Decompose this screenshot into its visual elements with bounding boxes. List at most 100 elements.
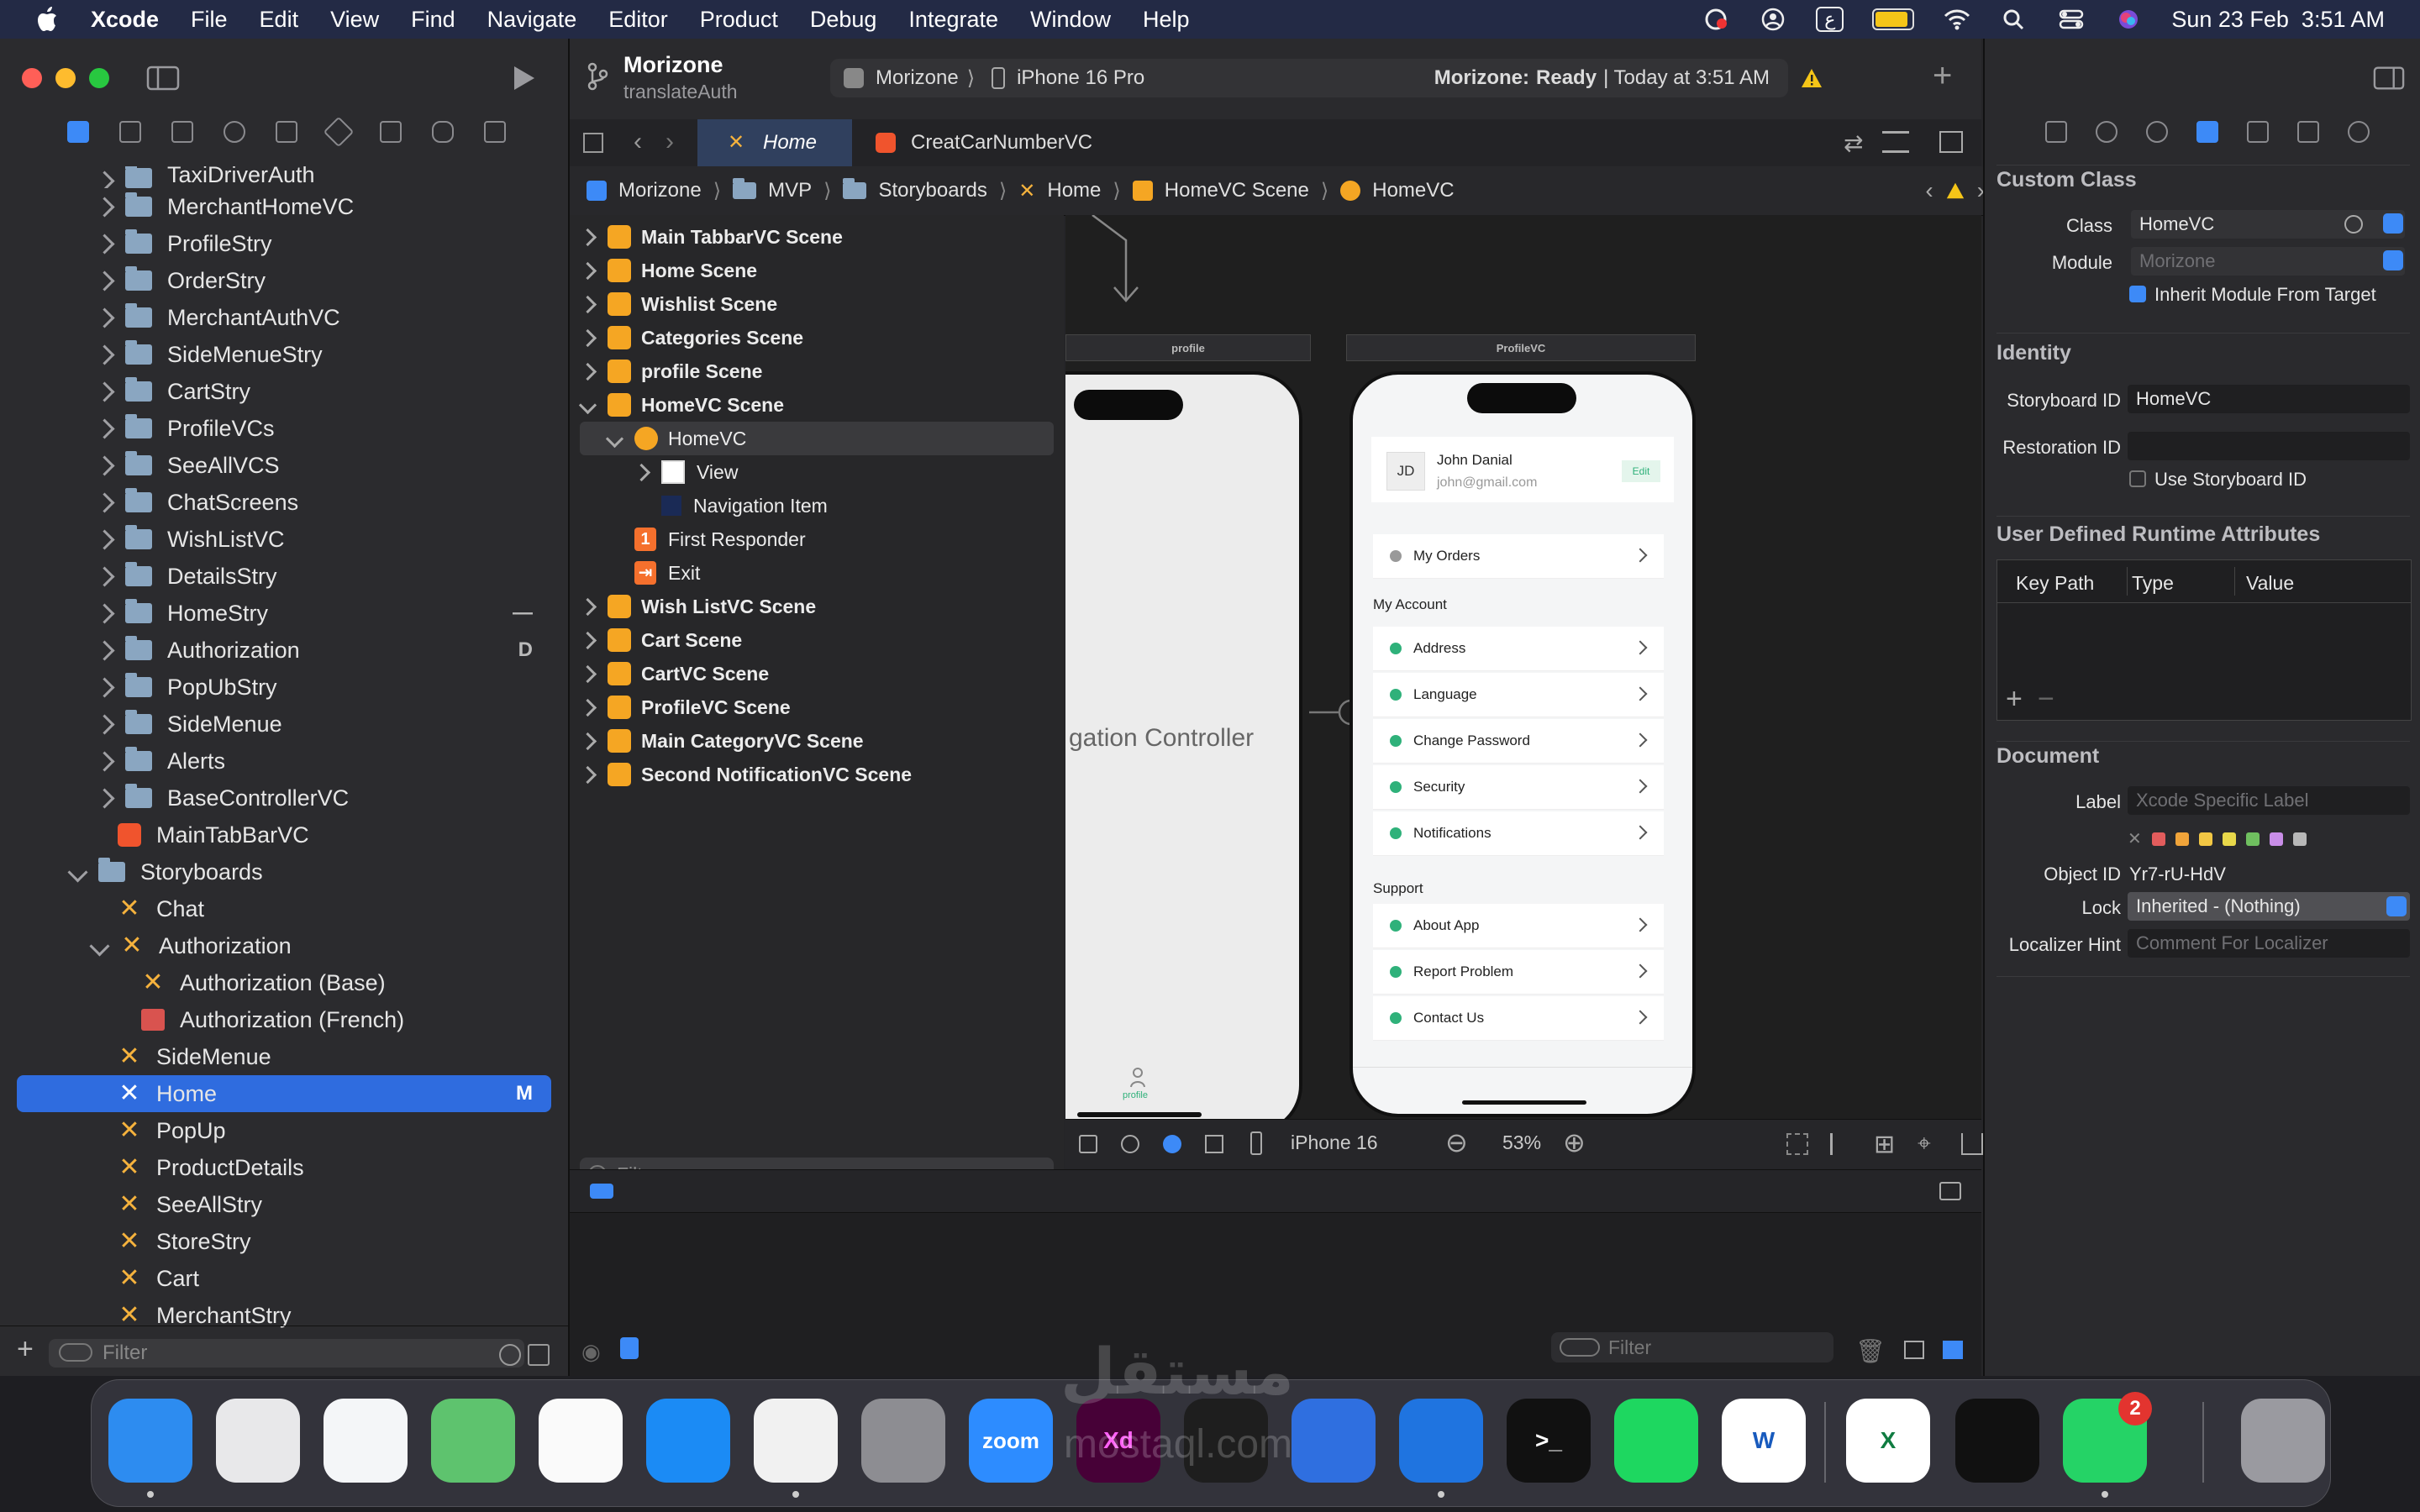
dock-app-safari-icon[interactable] (324, 1399, 408, 1483)
my-orders-row[interactable]: My Orders (1373, 534, 1664, 579)
storyboard-id-field[interactable]: HomeVC (2128, 385, 2410, 413)
recent-files-clock-icon[interactable] (499, 1344, 521, 1366)
go-to-class-arrow-icon[interactable] (2344, 215, 2363, 234)
dock-app-launchpad-icon[interactable] (216, 1399, 300, 1483)
column-value[interactable]: Value (2246, 572, 2294, 595)
file-row[interactable]: ProfileStry (0, 225, 568, 262)
show-console-view-icon[interactable] (1943, 1341, 1963, 1359)
menu-window[interactable]: Window (1030, 7, 1111, 33)
lock-popup[interactable]: Inherited - (Nothing) (2128, 892, 2410, 921)
dock-app-zoom-icon[interactable]: zoom (969, 1399, 1053, 1483)
outline-row[interactable]: ⇥ Exit (570, 556, 1064, 590)
outline-row[interactable]: ProfileVC Scene (570, 690, 1064, 724)
runtime-attributes-table[interactable]: Key Path Type Value + − (1996, 559, 2412, 721)
attributes-inspector-icon[interactable] (2247, 121, 2269, 143)
file-row[interactable]: Authorization D (0, 632, 568, 669)
jumpbar-item[interactable]: Morizone (618, 179, 702, 202)
menu-app-name[interactable]: Xcode (91, 7, 159, 33)
source-control-filter-icon[interactable] (528, 1344, 550, 1366)
orientation-icon[interactable] (1205, 1135, 1223, 1153)
warning-icon[interactable] (1945, 181, 1965, 200)
add-attribute-plus-icon[interactable]: + (2006, 683, 2023, 716)
project-name[interactable]: Morizone (623, 52, 723, 78)
dock-app-photos-icon[interactable] (539, 1399, 623, 1483)
menu-edit[interactable]: Edit (260, 7, 299, 33)
tab-home[interactable]: ✕ Home (697, 119, 852, 166)
settings-row[interactable]: Change Password (1373, 719, 1664, 764)
inherit-module-checkbox[interactable] (2129, 286, 2146, 302)
file-row[interactable]: ✕ SeeAllStry (0, 1186, 568, 1223)
outline-row[interactable]: Main TabbarVC Scene (570, 220, 1064, 254)
restoration-id-field[interactable] (2128, 432, 2410, 460)
disclosure-chevron-right-icon[interactable] (94, 787, 115, 809)
minimize-window-button[interactable] (55, 68, 76, 88)
dock-app-ghost-icon[interactable] (1955, 1399, 2039, 1483)
file-row[interactable]: ✕ PopUp (0, 1112, 568, 1149)
settings-row[interactable]: Report Problem (1373, 950, 1664, 995)
wifi-icon[interactable] (1943, 8, 1971, 31)
jumpbar-item[interactable]: MVP (768, 179, 812, 202)
disclosure-chevron-right-icon[interactable] (94, 528, 115, 550)
disclosure-chevron-right-icon[interactable] (94, 602, 115, 624)
filter-options-icon[interactable] (1560, 1338, 1600, 1357)
disclosure-chevron-down-icon[interactable] (605, 429, 624, 448)
outline-row[interactable]: 1 First Responder (570, 522, 1064, 556)
zoom-level[interactable]: 53% (1502, 1131, 1541, 1154)
add-constraints-icon[interactable]: ⊞ (1874, 1130, 1895, 1159)
dock-app-xcode-icon[interactable] (1399, 1399, 1483, 1483)
storyboard-canvas[interactable]: profile gation Controller profile Profil… (1065, 215, 1981, 1119)
find-navigator-icon[interactable] (224, 121, 245, 143)
close-window-button[interactable] (22, 68, 42, 88)
disclosure-chevron-right-icon[interactable] (94, 750, 115, 772)
label-color-swatch[interactable] (2292, 832, 2307, 846)
file-row[interactable]: SideMenueStry (0, 336, 568, 373)
zoom-out-icon[interactable]: ⊖ (1445, 1126, 1468, 1158)
dock-app-simulator-icon[interactable] (1292, 1399, 1376, 1483)
file-row[interactable]: PopUbStry (0, 669, 568, 706)
project-navigator-folder-icon[interactable] (67, 121, 89, 143)
outline-row[interactable]: Main CategoryVC Scene (570, 724, 1064, 758)
disclosure-chevron-right-icon[interactable] (578, 295, 597, 313)
control-center-icon[interactable] (2057, 8, 2086, 31)
settings-row[interactable]: Security (1373, 765, 1664, 810)
menu-file[interactable]: File (191, 7, 228, 33)
label-color-swatch[interactable] (2245, 832, 2260, 846)
file-row[interactable]: OrderStry (0, 262, 568, 299)
jumpbar-item[interactable]: Storyboards (878, 179, 986, 202)
file-row[interactable]: ProfileVCs (0, 410, 568, 447)
dock-app-system-settings-icon[interactable] (861, 1399, 945, 1483)
outline-row[interactable]: Navigation Item (570, 489, 1064, 522)
related-items-grid-icon[interactable] (583, 133, 603, 153)
menu-navigate[interactable]: Navigate (487, 7, 577, 33)
user-account-icon[interactable] (1759, 8, 1787, 31)
disclosure-chevron-down-icon[interactable] (578, 396, 597, 414)
file-row[interactable]: SeeAllVCS (0, 447, 568, 484)
disclosure-chevron-right-icon[interactable] (578, 631, 597, 649)
disclosure-chevron-right-icon[interactable] (94, 565, 115, 587)
localizer-hint-field[interactable]: Comment For Localizer (2128, 929, 2410, 958)
file-row[interactable]: Authorization (French) (0, 1001, 568, 1038)
file-row[interactable]: WishListVC (0, 521, 568, 558)
battery-icon[interactable] (1872, 8, 1915, 30)
dock-app-trash-icon[interactable] (2241, 1399, 2325, 1483)
profilevc-scene[interactable]: JD John Danial john@gmail.com Edit My Or… (1349, 371, 1696, 1117)
profile-header-card[interactable]: JD John Danial john@gmail.com Edit (1371, 437, 1674, 502)
report-navigator-icon[interactable] (484, 121, 506, 143)
file-row[interactable]: ✕ SideMenue (0, 1038, 568, 1075)
file-row[interactable]: DetailsStry (0, 558, 568, 595)
disclosure-chevron-right-icon[interactable] (94, 270, 115, 291)
tab-creatcarnumbervc[interactable]: CreatCarNumberVC (852, 119, 1104, 166)
xcode-label-field[interactable]: Xcode Specific Label (2128, 786, 2410, 815)
file-row[interactable]: TaxiDriverAuth (0, 166, 568, 188)
settings-row[interactable]: Address (1373, 627, 1664, 671)
dock-app-terminal-icon[interactable]: >_ (1507, 1399, 1591, 1483)
add-file-icon[interactable]: + (17, 1333, 34, 1366)
file-row[interactable]: ChatScreens (0, 484, 568, 521)
label-color-swatch[interactable] (2151, 832, 2165, 846)
dock-app-whatsapp-icon[interactable]: 2 (2063, 1392, 2152, 1483)
disclosure-chevron-right-icon[interactable] (578, 228, 597, 246)
dock-app-maps-icon[interactable] (431, 1399, 515, 1483)
label-color-swatch[interactable] (2175, 832, 2189, 846)
file-row[interactable]: Storyboards (0, 853, 568, 890)
library-plus-icon[interactable]: + (1933, 57, 1952, 95)
